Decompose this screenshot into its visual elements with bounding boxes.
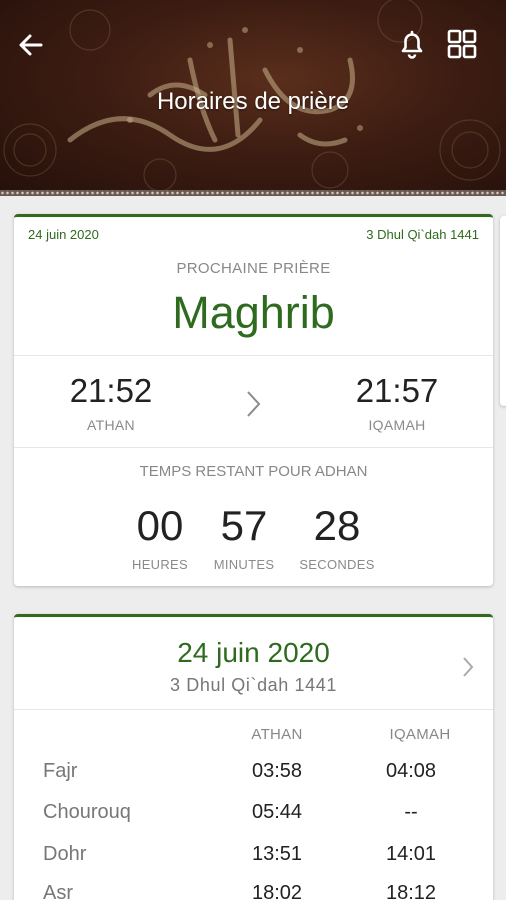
divider <box>14 709 493 710</box>
column-header-athan: ATHAN <box>251 726 303 743</box>
back-button[interactable] <box>14 28 48 62</box>
row-athan-asr: 18:02 <box>251 882 303 900</box>
column-header-iqamah: IQAMAH <box>389 726 451 743</box>
row-name-fajr: Fajr <box>43 760 78 782</box>
gregorian-date: 24 juin 2020 <box>28 227 99 242</box>
arrow-left-icon <box>19 34 43 56</box>
divider <box>14 355 493 356</box>
chevron-right-icon <box>247 391 261 417</box>
athan-label: ATHAN <box>87 417 135 433</box>
iqamah-label: IQAMAH <box>368 417 426 433</box>
page-title: Horaires de prière <box>156 88 350 115</box>
row-iqamah-fajr: 04:08 <box>385 760 437 782</box>
row-name-dohr: Dohr <box>43 843 87 865</box>
hijri-date: 3 Dhul Qi`dah 1441 <box>366 227 479 242</box>
row-athan-dohr: 13:51 <box>251 843 303 865</box>
row-name-chourouq: Chourouq <box>43 801 131 823</box>
time-remaining-label: TEMPS RESTANT POUR ADHAN <box>139 463 368 480</box>
divider <box>14 447 493 448</box>
next-prayer-name: Maghrib <box>172 287 335 338</box>
next-card-edge <box>500 216 506 406</box>
next-prayer-card: 24 juin 2020 3 Dhul Qi`dah 1441 PROCHAIN… <box>14 214 493 586</box>
row-athan-chourouq: 05:44 <box>251 801 303 823</box>
bell-icon <box>401 30 423 59</box>
next-prayer-label: PROCHAINE PRIÈRE <box>176 260 331 277</box>
header-dotted-border <box>0 190 506 196</box>
notifications-button[interactable] <box>394 26 430 62</box>
row-iqamah-dohr: 14:01 <box>385 843 437 865</box>
grid-icon <box>447 29 477 59</box>
row-iqamah-chourouq: -- <box>404 801 418 823</box>
prayer-schedule-card: 24 juin 2020 3 Dhul Qi`dah 1441 ATHAN IQ… <box>14 614 493 900</box>
iqamah-time: 21:57 <box>355 372 439 409</box>
row-name-asr: Asr <box>43 882 73 900</box>
countdown-seconds: 28 <box>313 502 361 549</box>
schedule-hijri-date: 3 Dhul Qi`dah 1441 <box>170 675 337 695</box>
schedule-date: 24 juin 2020 <box>177 637 330 668</box>
countdown-seconds-label: SECONDES <box>299 557 375 572</box>
menu-grid-button[interactable] <box>444 26 480 62</box>
header-banner: Horaires de prière <box>0 0 506 196</box>
next-day-chevron-icon[interactable] <box>460 655 476 679</box>
athan-time: 21:52 <box>69 372 153 409</box>
row-iqamah-asr: 18:12 <box>385 882 437 900</box>
row-athan-fajr: 03:58 <box>251 760 303 782</box>
